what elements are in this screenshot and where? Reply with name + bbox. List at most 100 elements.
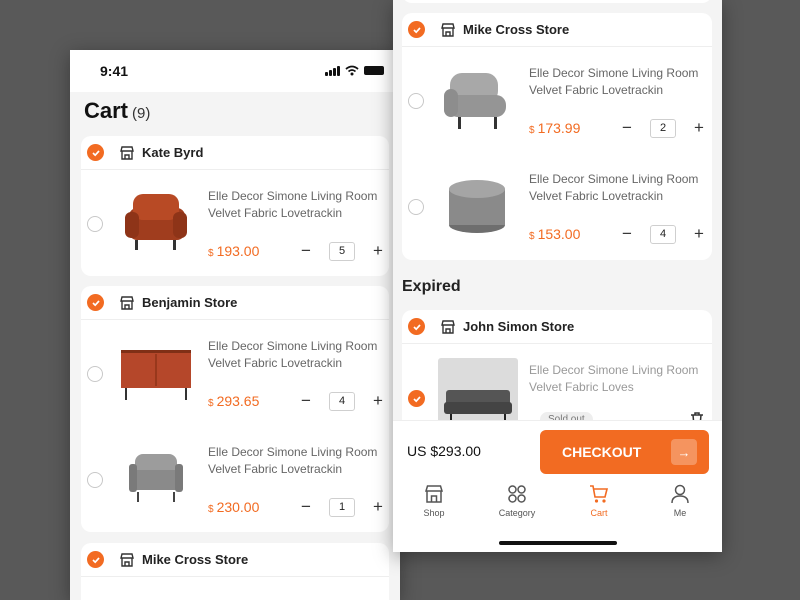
increase-button[interactable]: + — [690, 224, 708, 244]
page-title: Cart — [84, 98, 129, 123]
store-checkbox[interactable] — [87, 294, 104, 311]
store-checkbox[interactable] — [408, 318, 425, 335]
store-icon — [120, 295, 134, 310]
tab-me[interactable]: Me — [650, 483, 710, 518]
tab-shop[interactable]: Shop — [404, 483, 464, 518]
item-radio[interactable] — [408, 93, 424, 109]
quantity-value[interactable]: 1 — [329, 497, 355, 517]
product-price: $193.00 — [208, 243, 259, 259]
store-icon — [441, 319, 455, 334]
checkout-label: CHECKOUT — [562, 444, 642, 460]
store-name: Benjamin Store — [142, 295, 238, 310]
pouf-grey-image — [449, 180, 505, 233]
total-price: US $293.00 — [407, 443, 481, 459]
product-price: $293.65 — [208, 393, 259, 409]
increase-button[interactable]: + — [369, 497, 387, 517]
quantity-stepper: − 4 + — [618, 223, 708, 245]
sideboard-rust-image — [121, 350, 191, 400]
product-price: $173.99 — [529, 120, 580, 136]
store-card: Benjamin Store Elle Decor Simone Living … — [81, 286, 389, 532]
price-value: 173.99 — [537, 120, 581, 136]
cart-item: Elle Decor Simone Living Room Velvet Fab… — [81, 426, 389, 531]
checkout-button[interactable]: CHECKOUT → — [540, 430, 709, 474]
cart-screen-left: 9:41 Cart (9) Kate Byrd Elle Decor Simon… — [70, 50, 400, 600]
increase-button[interactable]: + — [369, 241, 387, 261]
tab-label: Me — [673, 508, 687, 518]
store-card: Mike Cross Store Elle Decor Simone Livin… — [402, 13, 712, 260]
shop-icon — [424, 485, 444, 503]
decrease-button[interactable]: − — [297, 497, 315, 517]
product-title[interactable]: Elle Decor Simone Living Room Velvet Fab… — [529, 362, 709, 396]
increase-button[interactable]: + — [369, 391, 387, 411]
cart-item: Elle Decor Simone Living Room Velvet Fab… — [81, 320, 389, 425]
user-icon — [671, 484, 689, 504]
store-checkbox[interactable] — [408, 21, 425, 38]
store-name: Kate Byrd — [142, 145, 204, 160]
price-currency: $ — [529, 231, 535, 242]
decrease-button[interactable]: − — [297, 391, 315, 411]
store-name: Mike Cross Store — [142, 552, 249, 567]
checkmark-icon — [412, 395, 421, 402]
quantity-value[interactable]: 2 — [650, 118, 676, 138]
tab-cart[interactable]: Cart — [569, 483, 629, 518]
signal-icon — [325, 65, 340, 76]
store-header: Mike Cross Store — [402, 13, 712, 47]
checkmark-icon — [412, 26, 421, 33]
status-bar: 9:41 — [70, 50, 400, 92]
store-card: Mike Cross Store — [81, 543, 389, 600]
product-title[interactable]: Elle Decor Simone Living Room Velvet Fab… — [208, 338, 388, 372]
store-header: Kate Byrd — [81, 136, 389, 170]
quantity-value[interactable]: 4 — [650, 224, 676, 244]
increase-button[interactable]: + — [690, 118, 708, 138]
quantity-stepper: − 5 + — [297, 240, 387, 262]
item-radio[interactable] — [87, 366, 103, 382]
tab-label: Category — [498, 508, 536, 518]
price-value: 153.00 — [537, 226, 581, 242]
item-radio[interactable] — [408, 199, 424, 215]
product-title[interactable]: Elle Decor Simone Living Room Velvet Fab… — [529, 171, 709, 205]
cart-item: Elle Decor Simone Living Room Velvet Fab… — [402, 47, 712, 152]
item-checkbox[interactable] — [408, 390, 425, 407]
cart-item: Elle Decor Simone Living Room Velvet Fab… — [81, 170, 389, 275]
store-icon — [441, 22, 455, 37]
store-checkbox[interactable] — [87, 551, 104, 568]
item-radio[interactable] — [87, 216, 103, 232]
tab-label: Shop — [423, 508, 445, 518]
store-card: Kate Byrd Elle Decor Simone Living Room … — [81, 136, 389, 276]
armchair-grey-image — [129, 454, 183, 502]
lounge-chair-grey-image — [444, 73, 506, 129]
quantity-stepper: − 2 + — [618, 117, 708, 139]
tab-category[interactable]: Category — [487, 483, 547, 518]
tab-label: Cart — [590, 508, 608, 518]
checkmark-icon — [91, 299, 100, 306]
decrease-button[interactable]: − — [618, 224, 636, 244]
checkout-bar: US $293.00 CHECKOUT → Shop Category Cart… — [393, 420, 722, 552]
quantity-value[interactable]: 4 — [329, 391, 355, 411]
store-icon — [120, 145, 134, 160]
checkmark-icon — [91, 556, 100, 563]
product-title[interactable]: Elle Decor Simone Living Room Velvet Fab… — [529, 65, 709, 99]
product-title[interactable]: Elle Decor Simone Living Room Velvet Fab… — [208, 188, 388, 222]
armchair-rust-image — [125, 194, 187, 250]
quantity-stepper: − 1 + — [297, 496, 387, 518]
store-card-previous — [402, 0, 712, 3]
expired-section-title: Expired — [402, 278, 461, 295]
category-icon — [508, 485, 526, 503]
quantity-value[interactable]: 5 — [329, 241, 355, 261]
status-time: 9:41 — [100, 63, 129, 79]
store-checkbox[interactable] — [87, 144, 104, 161]
store-name: Mike Cross Store — [463, 22, 570, 37]
product-title[interactable]: Elle Decor Simone Living Room Velvet Fab… — [208, 444, 388, 478]
item-radio[interactable] — [87, 472, 103, 488]
price-currency: $ — [208, 248, 214, 259]
price-value: 193.00 — [216, 243, 260, 259]
store-icon — [120, 552, 134, 567]
cart-item: Elle Decor Simone Living Room Velvet Fab… — [402, 153, 712, 258]
price-value: 293.65 — [216, 393, 260, 409]
price-currency: $ — [208, 398, 214, 409]
wifi-icon — [345, 65, 359, 76]
decrease-button[interactable]: − — [618, 118, 636, 138]
arrow-right-icon: → — [671, 439, 697, 465]
decrease-button[interactable]: − — [297, 241, 315, 261]
store-header: John Simon Store — [402, 310, 712, 344]
